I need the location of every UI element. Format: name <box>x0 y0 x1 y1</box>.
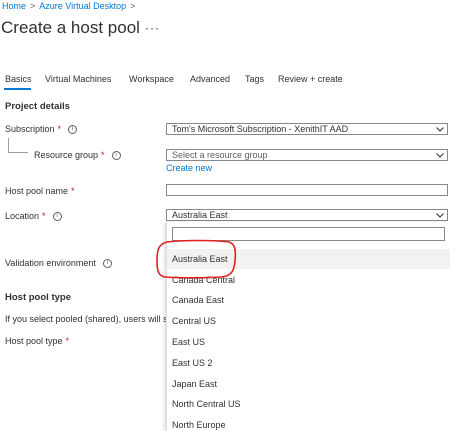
create-new-link[interactable]: Create new <box>166 163 212 173</box>
location-option[interactable]: North Central US <box>167 394 450 414</box>
breadcrumb-home-link[interactable]: Home <box>2 1 26 11</box>
annotation-outline <box>156 239 237 279</box>
resource-group-label-text: Resource group <box>34 150 99 160</box>
host-pool-type-description: If you select pooled (shared), users wil… <box>5 314 184 324</box>
host-pool-name-label: Host pool name * <box>5 186 75 196</box>
required-mark: * <box>57 124 62 134</box>
host-pool-name-label-text: Host pool name <box>5 186 69 196</box>
breadcrumb: Home > Azure Virtual Desktop > <box>2 1 139 11</box>
info-icon[interactable]: i <box>102 258 112 268</box>
chevron-right-icon: > <box>30 1 36 11</box>
subscription-label: Subscription * i <box>5 124 78 134</box>
tab-virtual-machines[interactable]: Virtual Machines <box>45 74 111 84</box>
location-option[interactable]: Central US <box>167 311 450 331</box>
tab-basics[interactable]: Basics <box>5 74 32 84</box>
validation-environment-label: Validation environment i <box>5 258 112 268</box>
validation-environment-label-text: Validation environment <box>5 258 96 268</box>
info-icon[interactable]: i <box>111 150 121 160</box>
location-option[interactable]: Canada East <box>167 290 450 310</box>
location-label: Location * i <box>5 211 62 221</box>
resource-group-placeholder: Select a resource group <box>172 150 268 160</box>
location-select[interactable]: Australia East <box>166 209 448 221</box>
location-option[interactable]: Japan East <box>167 374 450 394</box>
host-pool-type-heading: Host pool type <box>5 292 71 303</box>
tree-connector <box>8 152 28 153</box>
location-option[interactable]: East US 2 <box>167 353 450 373</box>
subscription-label-text: Subscription <box>5 124 55 134</box>
subscription-value: Tom's Microsoft Subscription - XenithIT … <box>172 124 349 134</box>
required-mark: * <box>71 186 75 196</box>
chevron-down-icon <box>436 213 444 218</box>
location-value: Australia East <box>172 210 228 220</box>
breadcrumb-avd-link[interactable]: Azure Virtual Desktop <box>39 1 126 11</box>
required-mark: * <box>101 150 105 160</box>
resource-group-select[interactable]: Select a resource group <box>166 149 448 161</box>
chevron-right-icon: > <box>130 1 136 11</box>
resource-group-label: Resource group * i <box>34 150 121 160</box>
host-pool-type-label-text: Host pool type <box>5 336 63 346</box>
info-icon[interactable]: i <box>52 211 62 221</box>
info-icon[interactable]: i <box>68 124 78 134</box>
tree-connector <box>8 138 9 152</box>
highlight-annotation <box>156 239 237 279</box>
host-pool-type-label: Host pool type * <box>5 336 69 346</box>
active-tab-indicator <box>4 88 31 90</box>
tab-tags[interactable]: Tags <box>245 74 264 84</box>
location-option[interactable]: North Europe <box>167 415 450 431</box>
subscription-select[interactable]: Tom's Microsoft Subscription - XenithIT … <box>166 123 448 135</box>
tab-advanced[interactable]: Advanced <box>190 74 230 84</box>
location-label-text: Location <box>5 211 40 221</box>
page-title: Create a host pool <box>1 18 140 37</box>
host-pool-name-input[interactable] <box>166 184 448 196</box>
tab-workspace[interactable]: Workspace <box>129 74 174 84</box>
location-option[interactable]: East US <box>167 332 450 352</box>
more-options-icon[interactable]: ··· <box>145 21 160 35</box>
chevron-down-icon <box>436 153 444 158</box>
tab-review-create[interactable]: Review + create <box>278 74 343 84</box>
required-mark: * <box>65 336 70 346</box>
required-mark: * <box>42 211 46 221</box>
project-details-heading: Project details <box>5 101 70 112</box>
chevron-down-icon <box>436 127 444 132</box>
